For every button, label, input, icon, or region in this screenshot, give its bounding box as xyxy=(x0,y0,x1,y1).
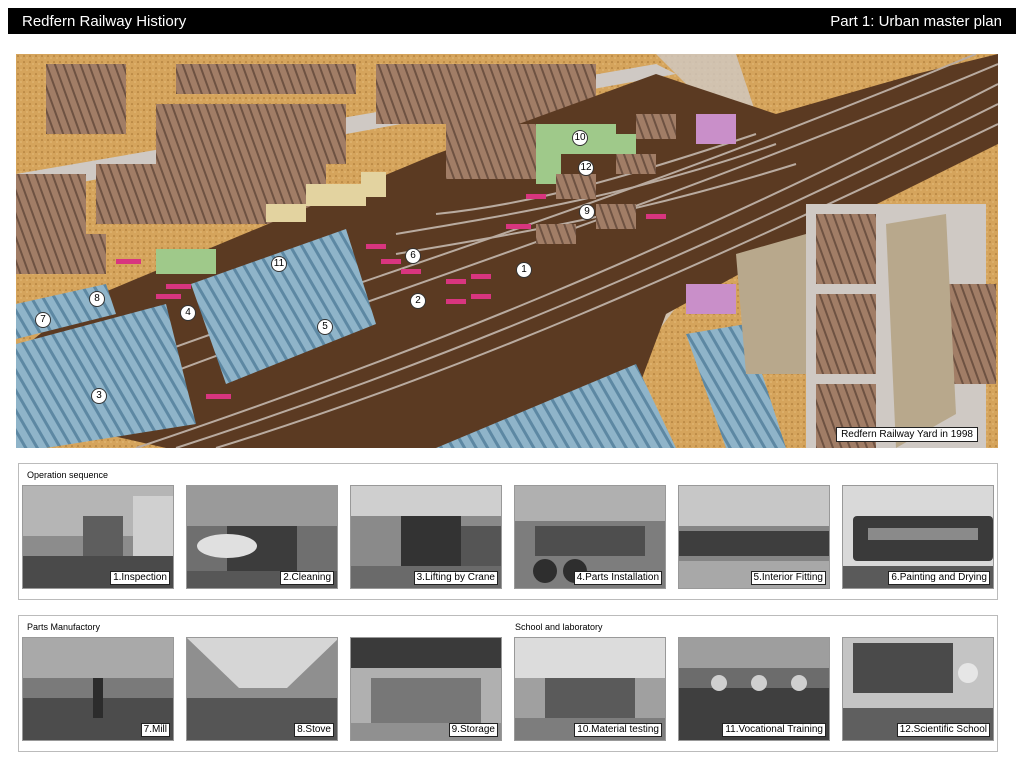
photo-scientific-school: 12.Scientific School xyxy=(842,637,994,741)
photo-cleaning: 2.Cleaning xyxy=(186,485,338,589)
photo-lifting-by-crane: 3.Lifting by Crane xyxy=(350,485,502,589)
photo-caption: 10.Material testing xyxy=(574,723,662,737)
page-header: Redfern Railway Histiory Part 1: Urban m… xyxy=(8,8,1016,34)
photo-caption: 8.Stove xyxy=(294,723,334,737)
map-marker-5: 5 xyxy=(317,319,333,335)
map-marker-3: 3 xyxy=(91,388,107,404)
map-marker-8: 8 xyxy=(89,291,105,307)
photo-storage: 9.Storage xyxy=(350,637,502,741)
photo-caption: 11.Vocational Training xyxy=(722,723,826,737)
photo-material-testing: 10.Material testing xyxy=(514,637,666,741)
map-marker-9: 9 xyxy=(579,204,595,220)
page-title: Redfern Railway Histiory xyxy=(22,12,187,30)
photo-vocational-training: 11.Vocational Training xyxy=(678,637,830,741)
photo-caption: 12.Scientific School xyxy=(896,723,990,737)
operation-sequence-label: Operation sequence xyxy=(27,470,109,480)
map-marker-1: 1 xyxy=(516,262,532,278)
photo-stove: 8.Stove xyxy=(186,637,338,741)
photo-mill: 7.Mill xyxy=(22,637,174,741)
map-marker-4: 4 xyxy=(180,305,196,321)
master-plan-illustration xyxy=(16,54,998,448)
photo-interior-fitting: 5.Interior Fitting xyxy=(678,485,830,589)
photo-caption: 5.Interior Fitting xyxy=(750,571,826,585)
photo-parts-installation: 4.Parts Installation xyxy=(514,485,666,589)
photo-caption: 3.Lifting by Crane xyxy=(413,571,498,585)
photo-caption: 4.Parts Installation xyxy=(573,571,662,585)
map-marker-11: 11 xyxy=(271,256,287,272)
master-plan-map: 1 2 3 4 5 6 7 8 9 10 11 12 Redfern Railw… xyxy=(16,54,998,448)
photo-caption: 7.Mill xyxy=(140,723,170,737)
map-caption: Redfern Railway Yard in 1998 xyxy=(836,427,978,442)
map-marker-7: 7 xyxy=(35,312,51,328)
photo-inspection: 1.Inspection xyxy=(22,485,174,589)
map-marker-10: 10 xyxy=(572,130,588,146)
photo-caption: 9.Storage xyxy=(448,723,498,737)
map-marker-2: 2 xyxy=(410,293,426,309)
part-title: Part 1: Urban master plan xyxy=(830,12,1002,30)
school-laboratory-label: School and laboratory xyxy=(515,622,603,632)
map-marker-12: 12 xyxy=(578,160,594,176)
map-marker-6: 6 xyxy=(405,248,421,264)
photo-caption: 1.Inspection xyxy=(110,571,170,585)
photo-caption: 6.Painting and Drying xyxy=(888,571,990,585)
photo-caption: 2.Cleaning xyxy=(280,571,334,585)
photo-painting-and-drying: 6.Painting and Drying xyxy=(842,485,994,589)
parts-manufactory-label: Parts Manufactory xyxy=(27,622,101,632)
